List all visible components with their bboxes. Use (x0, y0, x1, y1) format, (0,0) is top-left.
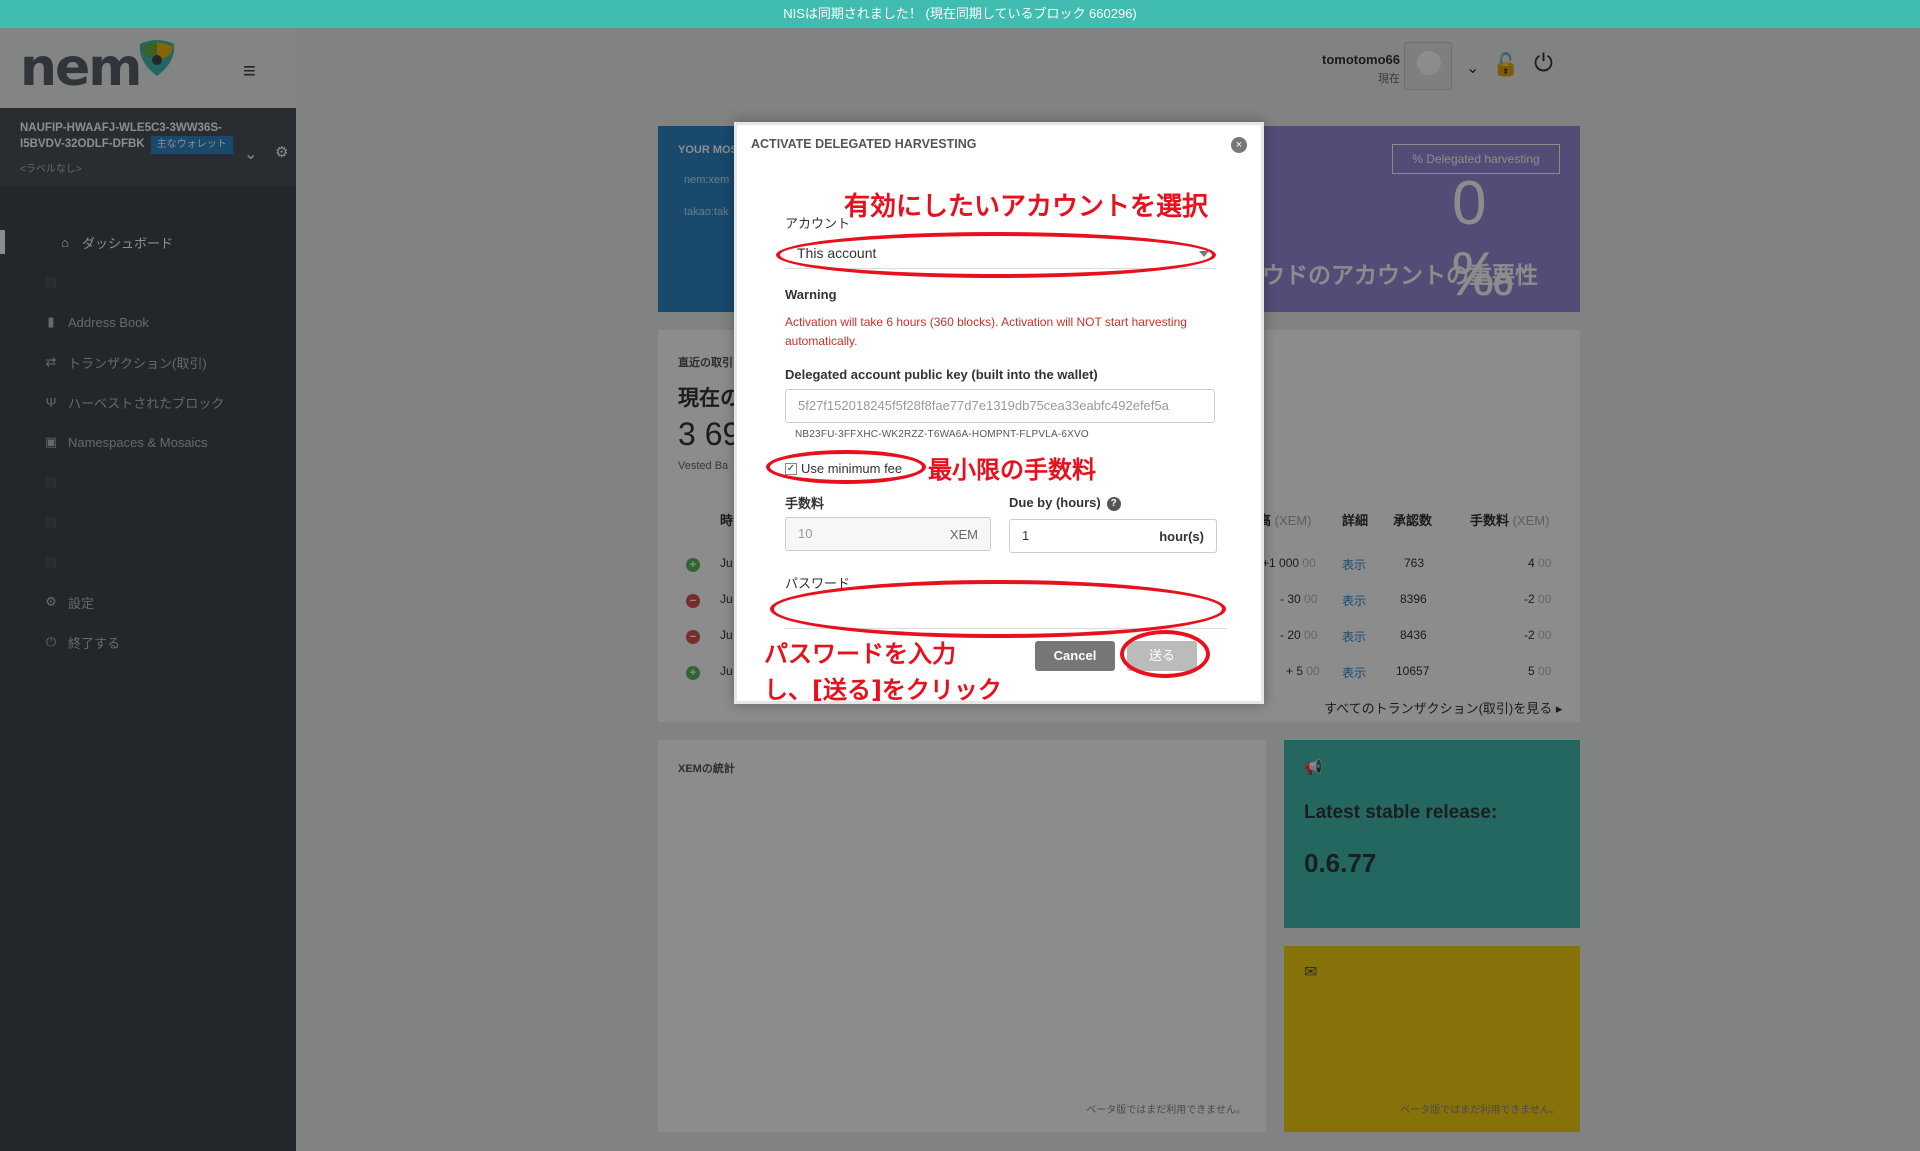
sync-status-text: NISは同期されました！ (現在同期しているブロック 660296) (783, 6, 1137, 21)
annotation-ring-account (776, 232, 1216, 278)
annotation-password-1: パスワードを入力 (764, 640, 956, 668)
annotation-select-account: 有効にしたいアカウントを選択 (844, 192, 1209, 222)
annotation-min-fee: 最小限の手数料 (928, 456, 1096, 484)
annotation-password-2: し、[送る]をクリック (764, 676, 1002, 704)
warning-title: Warning (785, 287, 837, 302)
annotation-ring-min-fee (766, 450, 926, 484)
sync-status-bar: NISは同期されました！ (現在同期しているブロック 660296) (0, 0, 1920, 28)
account-label: アカウント (785, 216, 851, 231)
annotation-ring-send (1120, 630, 1210, 678)
modal-title: ACTIVATE DELEGATED HARVESTING (751, 137, 977, 151)
pubkey-field[interactable]: 5f27f152018245f5f28f8fae77d7e1319db75cea… (785, 389, 1215, 423)
due-field[interactable]: 1 hour(s) (1009, 519, 1217, 553)
fee-label: 手数料 (785, 496, 825, 511)
cancel-button[interactable]: Cancel (1035, 641, 1115, 671)
help-icon[interactable]: ? (1106, 496, 1121, 511)
close-icon[interactable]: × (1231, 137, 1247, 153)
due-label: Due by (hours)? (1009, 495, 1121, 511)
pubkey-label: Delegated account public key (built into… (785, 367, 1098, 382)
warning-text: Activation will take 6 hours (360 blocks… (785, 315, 1187, 348)
fee-field[interactable]: 10 XEM (785, 517, 991, 551)
delegated-address: NB23FU-3FFXHC-WK2RZZ-T6WA6A-HOMPNT-FLPVL… (795, 429, 1089, 440)
